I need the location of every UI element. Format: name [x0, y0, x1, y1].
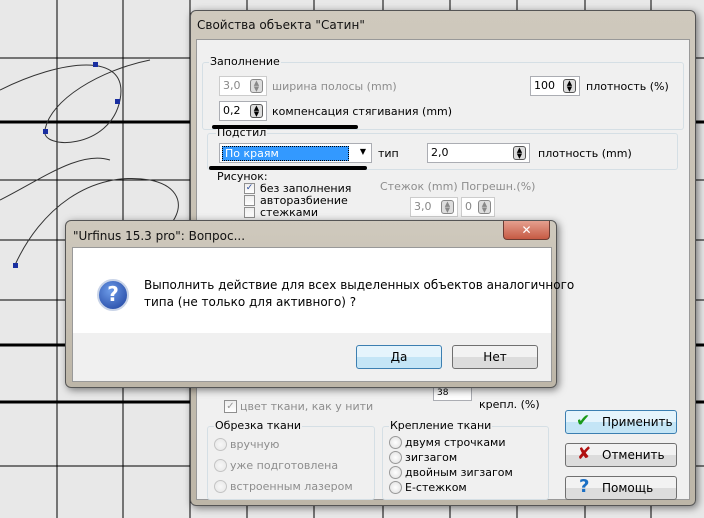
cross-icon: ✘ — [577, 444, 592, 464]
spinner-icon[interactable]: ▲ ▼ — [513, 146, 526, 160]
compensation-value: 0,2 — [223, 104, 241, 117]
fix-two-lines-label: двумя строчками — [405, 436, 506, 449]
question-icon: ? — [579, 476, 590, 497]
band-width-label: ширина полосы (mm) — [272, 80, 397, 93]
stitch-error-header: Стежок (mm) Погрешн.(%) — [380, 180, 536, 193]
trim-manual-label: вручную — [230, 438, 280, 451]
compensation-label: компенсация стягивания (mm) — [272, 105, 453, 118]
fix-double-zigzag-label: двойным зигзагом — [405, 466, 513, 479]
trim-manual-radio[interactable] — [214, 438, 227, 451]
trim-laser-radio[interactable] — [214, 480, 227, 493]
fix-percent-label: крепл. (%) — [479, 398, 540, 411]
apply-label: Применить — [602, 415, 673, 429]
chevron-down-icon[interactable]: ▼ — [360, 147, 366, 156]
trim-prepared-label: уже подготовлена — [230, 459, 339, 472]
fix-zigzag-radio[interactable] — [389, 451, 402, 464]
spinner-icon[interactable]: ▲ ▼ — [563, 79, 576, 93]
trim-prepared-radio[interactable] — [214, 459, 227, 472]
trim-group-label: Обрезка ткани — [214, 419, 303, 432]
error-input[interactable]: 0 ▲ ▼ — [461, 197, 495, 217]
help-label: Помощь — [602, 481, 654, 495]
close-icon: ✕ — [521, 223, 532, 237]
stitches-checkbox[interactable] — [244, 207, 255, 218]
compensation-input[interactable]: 0,2 ▲ ▼ — [219, 101, 267, 121]
stitch-length-input[interactable]: 3,0 ▲ ▼ — [410, 197, 458, 217]
error-value: 0 — [465, 200, 472, 213]
dialog-title: Свойства объекта "Сатин" — [197, 18, 365, 32]
fix-group-label: Крепление ткани — [389, 419, 493, 432]
density-percent-input[interactable]: 100 ▲ ▼ — [530, 76, 580, 96]
fix-double-zigzag-radio[interactable] — [389, 466, 402, 479]
density-percent-value: 100 — [534, 79, 555, 92]
no-fill-checkbox[interactable]: ✓ — [244, 183, 255, 194]
fix-e-stitch-radio[interactable] — [389, 481, 402, 494]
yes-label: Да — [390, 350, 408, 364]
spinner-icon[interactable]: ▲ ▼ — [441, 200, 454, 214]
fix-percent-input[interactable]: 38 — [433, 387, 472, 401]
band-width-value: 3,0 — [223, 79, 241, 92]
fix-percent-value: 38 — [437, 388, 449, 398]
fabric-color-checkbox[interactable]: ✓ — [224, 400, 237, 413]
apply-button[interactable]: ✔ Применить — [565, 410, 677, 434]
no-label: Нет — [483, 350, 507, 364]
stitch-length-value: 3,0 — [414, 200, 432, 213]
underlay-type-value: По краям — [222, 146, 349, 161]
message-line-2: типа (не только для активного) ? — [144, 295, 357, 309]
cancel-button[interactable]: ✘ Отменить — [565, 443, 677, 467]
message-line-1: Выполнить действие для всех выделенных о… — [144, 278, 575, 292]
underlay-density-label: плотность (mm) — [538, 147, 632, 160]
spinner-icon[interactable]: ▲ ▼ — [250, 104, 263, 118]
cancel-label: Отменить — [602, 448, 665, 462]
underlay-type-select[interactable]: По краям ▼ — [219, 143, 372, 163]
band-width-input[interactable]: 3,0 ▲ ▼ — [219, 76, 267, 96]
underlay-density-value: 2,0 — [431, 146, 449, 159]
checkmark-icon: ✔ — [576, 411, 591, 431]
fill-group-label: Заполнение — [209, 55, 281, 68]
message-box-content: ? Выполнить действие для всех выделенных… — [72, 247, 574, 382]
question-message-box: "Urfinus 15.3 pro": Вопрос... ✕ ? Выполн… — [65, 220, 574, 388]
fix-e-stitch-label: E-стежком — [405, 481, 467, 494]
fabric-color-label: цвет ткани, как у нити — [240, 400, 374, 413]
annotation-underline — [212, 125, 358, 129]
close-button[interactable]: ✕ — [503, 221, 550, 240]
fill-group: Заполнение — [202, 55, 684, 130]
spinner-icon[interactable]: ▲ ▼ — [478, 200, 491, 214]
no-button[interactable]: Нет — [452, 345, 538, 369]
fix-zigzag-label: зигзагом — [405, 451, 458, 464]
density-percent-label: плотность (%) — [586, 80, 669, 93]
underlay-density-input[interactable]: 2,0 ▲ ▼ — [427, 143, 530, 163]
underlay-type-label: тип — [378, 147, 399, 160]
fix-two-lines-radio[interactable] — [389, 436, 402, 449]
trim-laser-label: встроенным лазером — [230, 480, 353, 493]
spinner-icon[interactable]: ▲ ▼ — [250, 79, 263, 93]
question-icon: ? — [97, 279, 129, 311]
auto-split-checkbox[interactable] — [244, 195, 255, 206]
message-box-title: "Urfinus 15.3 pro": Вопрос... — [73, 229, 246, 243]
help-button[interactable]: ? Помощь — [565, 476, 677, 500]
yes-button[interactable]: Да — [356, 345, 442, 369]
stitches-label: стежками — [260, 206, 318, 219]
